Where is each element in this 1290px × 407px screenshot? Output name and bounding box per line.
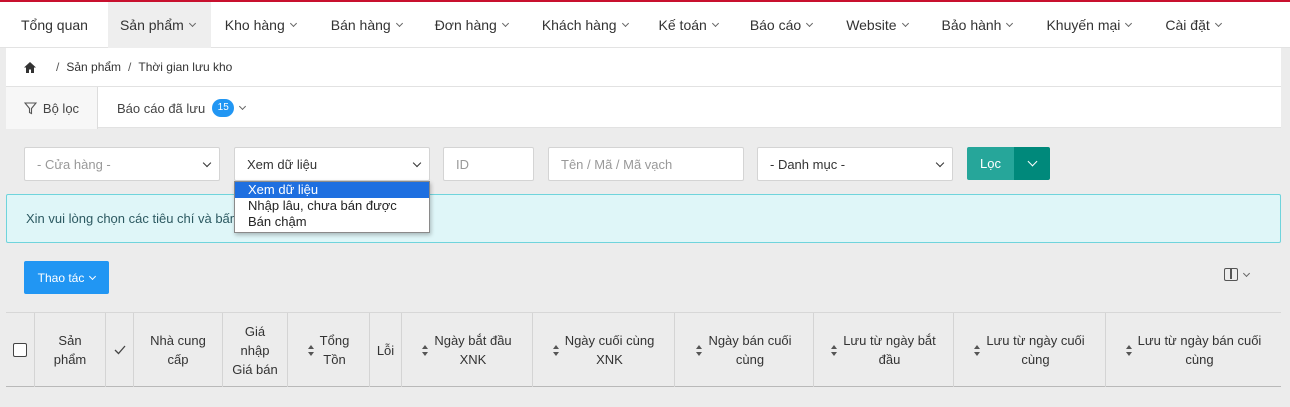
tab-filter[interactable]: Bộ lọc [6, 87, 98, 129]
filter-icon [23, 101, 37, 115]
breadcrumb-products[interactable]: Sản phẩm [66, 60, 121, 74]
chevron-down-icon [1006, 19, 1014, 27]
header-total-stock[interactable]: Tổng Tồn [288, 313, 370, 387]
tab-saved-reports[interactable]: Báo cáo đã lưu 15 [117, 87, 247, 129]
checkmark-icon [114, 341, 126, 360]
view-data-dropdown: Xem dữ liệu Nhập lâu, chưa bán được Bán … [234, 181, 430, 233]
select-all-header [6, 313, 35, 387]
chevron-down-icon [412, 158, 422, 168]
nav-item-overview[interactable]: Tổng quan [0, 2, 108, 48]
nav-item-settings[interactable]: Cài đặt [1153, 2, 1242, 48]
filter-dropdown-button[interactable] [1014, 147, 1050, 180]
chevron-down-icon [89, 272, 97, 280]
chevron-down-icon [806, 19, 814, 27]
nav-item-products[interactable]: Sản phẩm [107, 1, 211, 48]
nav-item-reports[interactable]: Báo cáo [739, 2, 834, 48]
nav-item-sales[interactable]: Bán hàng [317, 2, 423, 48]
header-defect: Lỗi [370, 313, 402, 387]
nav-item-customers[interactable]: Khách hàng [529, 2, 649, 48]
header-check [106, 313, 134, 387]
sort-icon [307, 344, 315, 356]
breadcrumb-separator: / [56, 60, 60, 74]
chevron-down-icon [1214, 19, 1222, 27]
header-product: Sản phẩm [35, 313, 106, 387]
chevron-down-icon [935, 158, 945, 168]
dropdown-option[interactable]: Xem dữ liệu [235, 182, 429, 198]
select-all-checkbox[interactable] [13, 343, 27, 357]
nav-item-accounting[interactable]: Kế toán [649, 2, 739, 48]
nav-item-inventory[interactable]: Kho hàng [211, 2, 317, 48]
filter-button-group: Lọc [967, 147, 1050, 180]
dropdown-option[interactable]: Bán chậm [235, 214, 429, 230]
nav-item-website[interactable]: Website [834, 2, 929, 48]
nav-item-orders[interactable]: Đơn hàng [423, 2, 529, 48]
filter-button[interactable]: Lọc [967, 147, 1014, 180]
columns-icon [1224, 268, 1238, 281]
info-alert: Xin vui lòng chọn các tiêu chí và bấm [6, 194, 1281, 243]
header-supplier: Nhà cung cấp [134, 313, 223, 387]
breadcrumb-current: Thời gian lưu kho [138, 60, 233, 74]
sort-icon [422, 344, 429, 356]
dropdown-option[interactable]: Nhập lâu, chưa bán được [235, 198, 429, 214]
chevron-down-icon [202, 158, 212, 168]
category-select[interactable]: - Danh mục - [757, 147, 953, 181]
breadcrumb-separator: / [128, 60, 132, 74]
header-stored-since-last[interactable]: Lưu từ ngày cuối cùng [954, 313, 1106, 387]
filter-tabs: Bộ lọc Báo cáo đã lưu 15 [6, 86, 1281, 129]
chevron-down-icon [501, 19, 509, 27]
chevron-down-icon [1242, 269, 1251, 277]
actions-button[interactable]: Thao tác [24, 261, 109, 294]
nav-item-warranty[interactable]: Bảo hành [930, 2, 1035, 48]
chevron-down-icon [711, 19, 719, 27]
header-import-sell-price: Giá nhập Giá bán [223, 313, 288, 387]
column-toggle-button[interactable] [1224, 268, 1251, 281]
header-last-date-xnk[interactable]: Ngày cuối cùng XNK [533, 313, 675, 387]
sort-icon [552, 344, 560, 356]
header-stored-since-start[interactable]: Lưu từ ngày bắt đầu [814, 313, 954, 387]
header-stored-since-last-sale[interactable]: Lưu từ ngày bán cuối cùng [1106, 313, 1281, 387]
view-data-select[interactable]: Xem dữ liệu [234, 147, 430, 181]
breadcrumb: / Sản phẩm / Thời gian lưu kho [6, 48, 1281, 86]
id-input[interactable]: ID [443, 147, 534, 181]
chevron-down-icon [395, 19, 403, 27]
sort-icon [1125, 344, 1133, 356]
name-code-barcode-input[interactable]: Tên / Mã / Mã vạch [548, 147, 744, 181]
home-icon[interactable] [23, 61, 37, 74]
chevron-down-icon [1027, 156, 1037, 167]
sort-icon [974, 344, 981, 356]
sort-icon [696, 344, 703, 356]
header-last-sale-date[interactable]: Ngày bán cuối cùng [675, 313, 814, 387]
chevron-down-icon [289, 19, 297, 27]
store-select[interactable]: - Cửa hàng - [24, 147, 220, 181]
chevron-down-icon [239, 102, 247, 111]
top-navbar: Tổng quan Sản phẩm Kho hàng Bán hàng Đơn… [0, 0, 1290, 48]
chevron-down-icon [1125, 19, 1133, 27]
chevron-down-icon [188, 19, 196, 27]
sort-icon [831, 344, 838, 356]
header-start-date-xnk[interactable]: Ngày bắt đầu XNK [402, 313, 533, 387]
chevron-down-icon [621, 19, 629, 27]
chevron-down-icon [901, 19, 909, 27]
filter-bar: - Cửa hàng - Xem dữ liệu ID Tên / Mã / M… [6, 128, 1281, 194]
table-header: Sản phẩm Nhà cung cấp Giá nhập Giá bán Tổng T… [6, 312, 1281, 387]
nav-item-promotions[interactable]: Khuyến mại [1034, 2, 1153, 48]
saved-count-badge: 15 [212, 99, 235, 117]
